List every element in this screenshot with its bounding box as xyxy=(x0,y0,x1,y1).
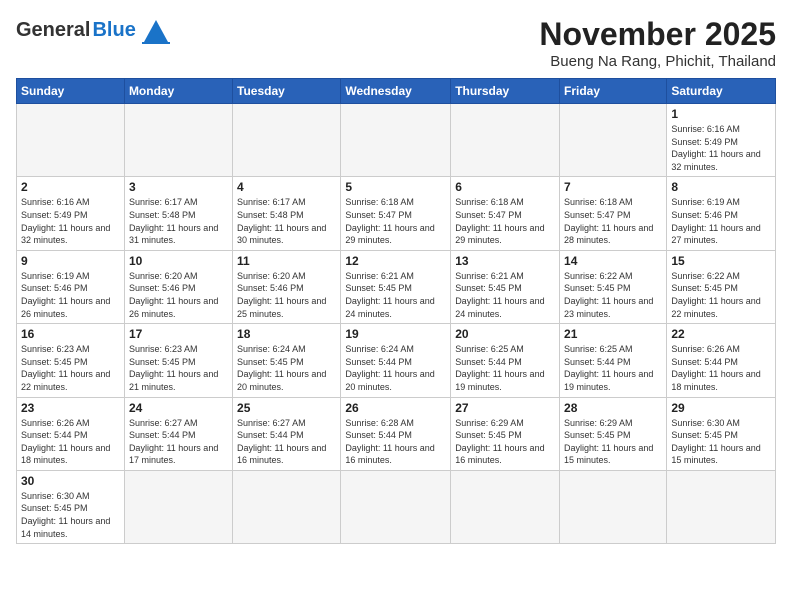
header-friday: Friday xyxy=(560,79,667,104)
page-header: General Blue November 2025 Bueng Na Rang… xyxy=(16,16,776,70)
calendar-table: Sunday Monday Tuesday Wednesday Thursday… xyxy=(16,78,776,544)
empty-cell xyxy=(124,470,232,543)
empty-cell xyxy=(560,104,667,177)
logo: General Blue xyxy=(16,16,172,44)
empty-cell xyxy=(17,104,125,177)
empty-cell xyxy=(341,104,451,177)
weekday-header-row: Sunday Monday Tuesday Wednesday Thursday… xyxy=(17,79,776,104)
table-row: 1Sunrise: 6:16 AMSunset: 5:49 PMDaylight… xyxy=(667,104,776,177)
header-monday: Monday xyxy=(124,79,232,104)
table-row: 22Sunrise: 6:26 AMSunset: 5:44 PMDayligh… xyxy=(667,324,776,397)
header-sunday: Sunday xyxy=(17,79,125,104)
logo-icon xyxy=(140,16,172,44)
table-row: 8Sunrise: 6:19 AMSunset: 5:46 PMDaylight… xyxy=(667,177,776,250)
empty-cell xyxy=(560,470,667,543)
table-row: 16Sunrise: 6:23 AMSunset: 5:45 PMDayligh… xyxy=(17,324,125,397)
header-saturday: Saturday xyxy=(667,79,776,104)
table-row: 6Sunrise: 6:18 AMSunset: 5:47 PMDaylight… xyxy=(451,177,560,250)
empty-cell xyxy=(124,104,232,177)
table-row: 18Sunrise: 6:24 AMSunset: 5:45 PMDayligh… xyxy=(233,324,341,397)
table-row: 29Sunrise: 6:30 AMSunset: 5:45 PMDayligh… xyxy=(667,397,776,470)
table-row: 26Sunrise: 6:28 AMSunset: 5:44 PMDayligh… xyxy=(341,397,451,470)
table-row: 5Sunrise: 6:18 AMSunset: 5:47 PMDaylight… xyxy=(341,177,451,250)
table-row: 19Sunrise: 6:24 AMSunset: 5:44 PMDayligh… xyxy=(341,324,451,397)
table-row: 30Sunrise: 6:30 AMSunset: 5:45 PMDayligh… xyxy=(17,470,125,543)
table-row: 9Sunrise: 6:19 AMSunset: 5:46 PMDaylight… xyxy=(17,250,125,323)
table-row: 24Sunrise: 6:27 AMSunset: 5:44 PMDayligh… xyxy=(124,397,232,470)
table-row: 7Sunrise: 6:18 AMSunset: 5:47 PMDaylight… xyxy=(560,177,667,250)
table-row: 20Sunrise: 6:25 AMSunset: 5:44 PMDayligh… xyxy=(451,324,560,397)
empty-cell xyxy=(233,470,341,543)
table-row: 3Sunrise: 6:17 AMSunset: 5:48 PMDaylight… xyxy=(124,177,232,250)
table-row: 12Sunrise: 6:21 AMSunset: 5:45 PMDayligh… xyxy=(341,250,451,323)
table-row: 10Sunrise: 6:20 AMSunset: 5:46 PMDayligh… xyxy=(124,250,232,323)
logo-general: General xyxy=(16,19,90,42)
empty-cell xyxy=(451,470,560,543)
table-row: 15Sunrise: 6:22 AMSunset: 5:45 PMDayligh… xyxy=(667,250,776,323)
table-row: 4Sunrise: 6:17 AMSunset: 5:48 PMDaylight… xyxy=(233,177,341,250)
empty-cell xyxy=(451,104,560,177)
empty-cell xyxy=(667,470,776,543)
page-title: November 2025 xyxy=(539,16,776,53)
table-row: 13Sunrise: 6:21 AMSunset: 5:45 PMDayligh… xyxy=(451,250,560,323)
header-wednesday: Wednesday xyxy=(341,79,451,104)
table-row: 25Sunrise: 6:27 AMSunset: 5:44 PMDayligh… xyxy=(233,397,341,470)
table-row: 14Sunrise: 6:22 AMSunset: 5:45 PMDayligh… xyxy=(560,250,667,323)
table-row: 27Sunrise: 6:29 AMSunset: 5:45 PMDayligh… xyxy=(451,397,560,470)
table-row: 21Sunrise: 6:25 AMSunset: 5:44 PMDayligh… xyxy=(560,324,667,397)
empty-cell xyxy=(233,104,341,177)
page-subtitle: Bueng Na Rang, Phichit, Thailand xyxy=(539,53,776,70)
title-block: November 2025 Bueng Na Rang, Phichit, Th… xyxy=(539,16,776,70)
table-row: 11Sunrise: 6:20 AMSunset: 5:46 PMDayligh… xyxy=(233,250,341,323)
empty-cell xyxy=(341,470,451,543)
table-row: 28Sunrise: 6:29 AMSunset: 5:45 PMDayligh… xyxy=(560,397,667,470)
header-thursday: Thursday xyxy=(451,79,560,104)
table-row: 2Sunrise: 6:16 AMSunset: 5:49 PMDaylight… xyxy=(17,177,125,250)
header-tuesday: Tuesday xyxy=(233,79,341,104)
logo-blue: Blue xyxy=(92,19,135,42)
table-row: 23Sunrise: 6:26 AMSunset: 5:44 PMDayligh… xyxy=(17,397,125,470)
table-row: 17Sunrise: 6:23 AMSunset: 5:45 PMDayligh… xyxy=(124,324,232,397)
